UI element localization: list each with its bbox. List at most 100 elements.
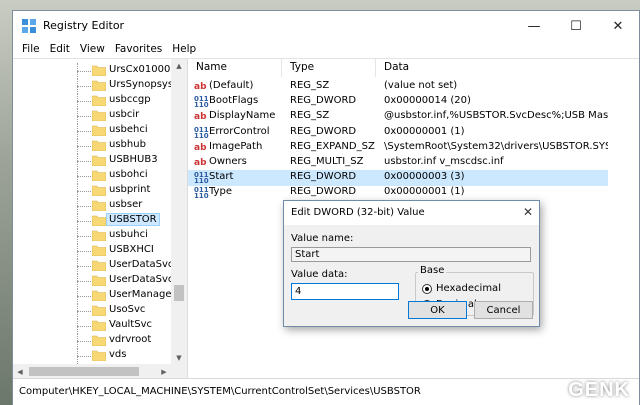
list-header: Name Type Data xyxy=(188,59,639,77)
binary-value-icon: 011 110 xyxy=(194,171,209,186)
table-row[interactable]: 011 110 Start REG_DWORD 0x00000003 (3) xyxy=(188,170,608,187)
tree-item-label: vds xyxy=(109,349,127,360)
column-header-data[interactable]: Data xyxy=(376,59,616,77)
tree-item[interactable]: UserDataSvc xyxy=(13,258,173,274)
tree-item[interactable]: usbohci xyxy=(13,168,171,184)
tree-vertical-scroll-thumb[interactable] xyxy=(174,285,184,301)
tree-item[interactable]: usbser xyxy=(13,198,171,214)
tree-horizontal-scrollbar[interactable]: ◀ ▶ xyxy=(13,364,171,379)
value-name: ErrorControl xyxy=(209,125,270,137)
folder-icon xyxy=(92,320,106,331)
table-row[interactable]: 011 110 Type REG_DWORD 0x00000001 (1) xyxy=(188,185,608,201)
folder-icon xyxy=(92,95,106,106)
folder-icon xyxy=(92,185,106,196)
menu-edit[interactable]: Edit xyxy=(45,43,75,55)
column-header-name[interactable]: Name xyxy=(188,59,282,77)
value-name-field: Start xyxy=(291,247,531,262)
table-row[interactable]: ab Owners REG_MULTI_SZ usbstor.inf v_mscdsc… xyxy=(188,155,608,171)
menu-bar: File Edit View Favorites Help xyxy=(13,41,639,57)
tree-item[interactable]: UrsCx01000 xyxy=(13,63,171,79)
menu-help[interactable]: Help xyxy=(167,43,201,55)
dialog-close-icon[interactable]: ✕ xyxy=(523,205,533,219)
tree-item-label: UserManager xyxy=(109,289,176,300)
folder-icon xyxy=(92,65,106,76)
value-type: REG_DWORD xyxy=(290,125,357,137)
tree-item[interactable]: usbprint xyxy=(13,183,171,199)
table-row[interactable]: 011 110 BootFlags REG_DWORD 0x00000014 (20) xyxy=(188,94,608,110)
tree-connector xyxy=(77,86,91,87)
radio-hexadecimal-icon[interactable] xyxy=(422,283,432,294)
tree-item[interactable]: UserManager xyxy=(13,288,176,304)
table-row[interactable]: ab DisplayName REG_SZ @usbstor.inf,%USBSTOR… xyxy=(188,109,608,125)
string-value-icon: ab xyxy=(194,82,207,92)
folder-icon xyxy=(92,350,106,361)
tree-item[interactable]: vdrvroot xyxy=(13,333,171,349)
folder-icon xyxy=(92,230,106,241)
tree-connector xyxy=(77,326,91,327)
tree-item-label: usbohci xyxy=(109,169,148,180)
maximize-button[interactable]: ☐ xyxy=(555,11,597,41)
menu-favorites[interactable]: Favorites xyxy=(110,43,167,55)
value-data-input[interactable]: 4 xyxy=(291,283,399,300)
close-button[interactable]: ✕ xyxy=(597,11,639,41)
tree-item[interactable]: usbcir xyxy=(13,108,171,124)
tree-horizontal-scroll-thumb[interactable] xyxy=(29,367,139,376)
tree-item[interactable]: UsoSvc xyxy=(13,303,171,319)
tree-item-label: usbcir xyxy=(109,109,140,120)
folder-icon xyxy=(92,290,106,301)
tree-item-label: USBSTOR xyxy=(106,213,160,226)
tree-item[interactable]: usbhub xyxy=(13,138,171,154)
tree-connector xyxy=(77,236,91,237)
tree-item[interactable]: USBXHCI xyxy=(13,243,171,259)
table-row[interactable]: 011 110 ErrorControl REG_DWORD 0x00000001 (1… xyxy=(188,125,608,141)
value-type: REG_EXPAND_SZ xyxy=(290,140,375,152)
minimize-button[interactable]: — xyxy=(513,11,555,41)
tree-item[interactable]: usbehci xyxy=(13,123,171,139)
dialog-title: Edit DWORD (32-bit) Value xyxy=(291,207,425,218)
folder-icon xyxy=(92,170,106,181)
value-data: (value not set) xyxy=(384,80,458,91)
tree-item-label: vdrvroot xyxy=(109,334,152,345)
tree-vertical-scrollbar[interactable]: ▲ ▼ xyxy=(171,59,187,379)
menu-file[interactable]: File xyxy=(17,43,45,55)
tree-item[interactable]: UrsSynopsys xyxy=(13,78,173,94)
folder-icon xyxy=(92,275,106,286)
table-row[interactable]: ab ImagePath REG_EXPAND_SZ \SystemRoot\Syst… xyxy=(188,140,608,156)
value-name: BootFlags xyxy=(209,95,259,107)
tree-item[interactable]: USBSTOR xyxy=(13,213,171,229)
status-path: Computer\HKEY_LOCAL_MACHINE\SYSTEM\Curre… xyxy=(19,386,421,397)
value-type: REG_SZ xyxy=(290,110,330,122)
ok-button[interactable]: OK xyxy=(408,301,467,319)
column-header-type[interactable]: Type xyxy=(282,59,376,77)
table-row[interactable]: ab (Default) REG_SZ (value not set) xyxy=(188,79,608,95)
tree-item-label: usbser xyxy=(109,199,143,210)
tree-item[interactable]: USBHUB3 xyxy=(13,153,171,169)
value-data: usbstor.inf v_mscdsc.inf xyxy=(384,156,504,167)
tree-item[interactable]: usbccgp xyxy=(13,93,171,109)
radio-hexadecimal[interactable]: Hexadecimal xyxy=(422,282,501,295)
scroll-down-icon[interactable]: ▼ xyxy=(171,351,187,365)
scroll-right-icon[interactable]: ▶ xyxy=(157,364,171,379)
window-title: Registry Editor xyxy=(43,19,125,32)
cancel-button[interactable]: Cancel xyxy=(474,301,533,319)
tree-connector xyxy=(77,356,91,357)
registry-editor-icon xyxy=(22,19,36,33)
radio-hexadecimal-label: Hexadecimal xyxy=(436,283,501,294)
folder-icon xyxy=(92,125,106,136)
tree-item-label: usbccgp xyxy=(109,94,151,105)
value-data-label: Value data: xyxy=(291,269,348,280)
scroll-up-icon[interactable]: ▲ xyxy=(171,59,187,73)
value-type: REG_DWORD xyxy=(290,171,357,183)
tree-item[interactable]: VaultSvc xyxy=(13,318,171,334)
dialog-title-bar[interactable]: Edit DWORD (32-bit) Value ✕ xyxy=(284,201,539,225)
title-bar[interactable]: Registry Editor — ☐ ✕ xyxy=(13,11,639,41)
tree-item[interactable]: vds xyxy=(13,348,171,364)
menu-view[interactable]: View xyxy=(75,43,110,55)
value-name: DisplayName xyxy=(209,110,276,122)
tree-item-label: UsoSvc xyxy=(109,304,146,315)
tree-connector xyxy=(77,146,91,147)
tree-item[interactable]: UserDataSvc_e5 xyxy=(13,273,187,289)
tree-item[interactable]: usbuhci xyxy=(13,228,171,244)
folder-icon xyxy=(92,215,106,226)
scroll-left-icon[interactable]: ◀ xyxy=(13,364,27,379)
